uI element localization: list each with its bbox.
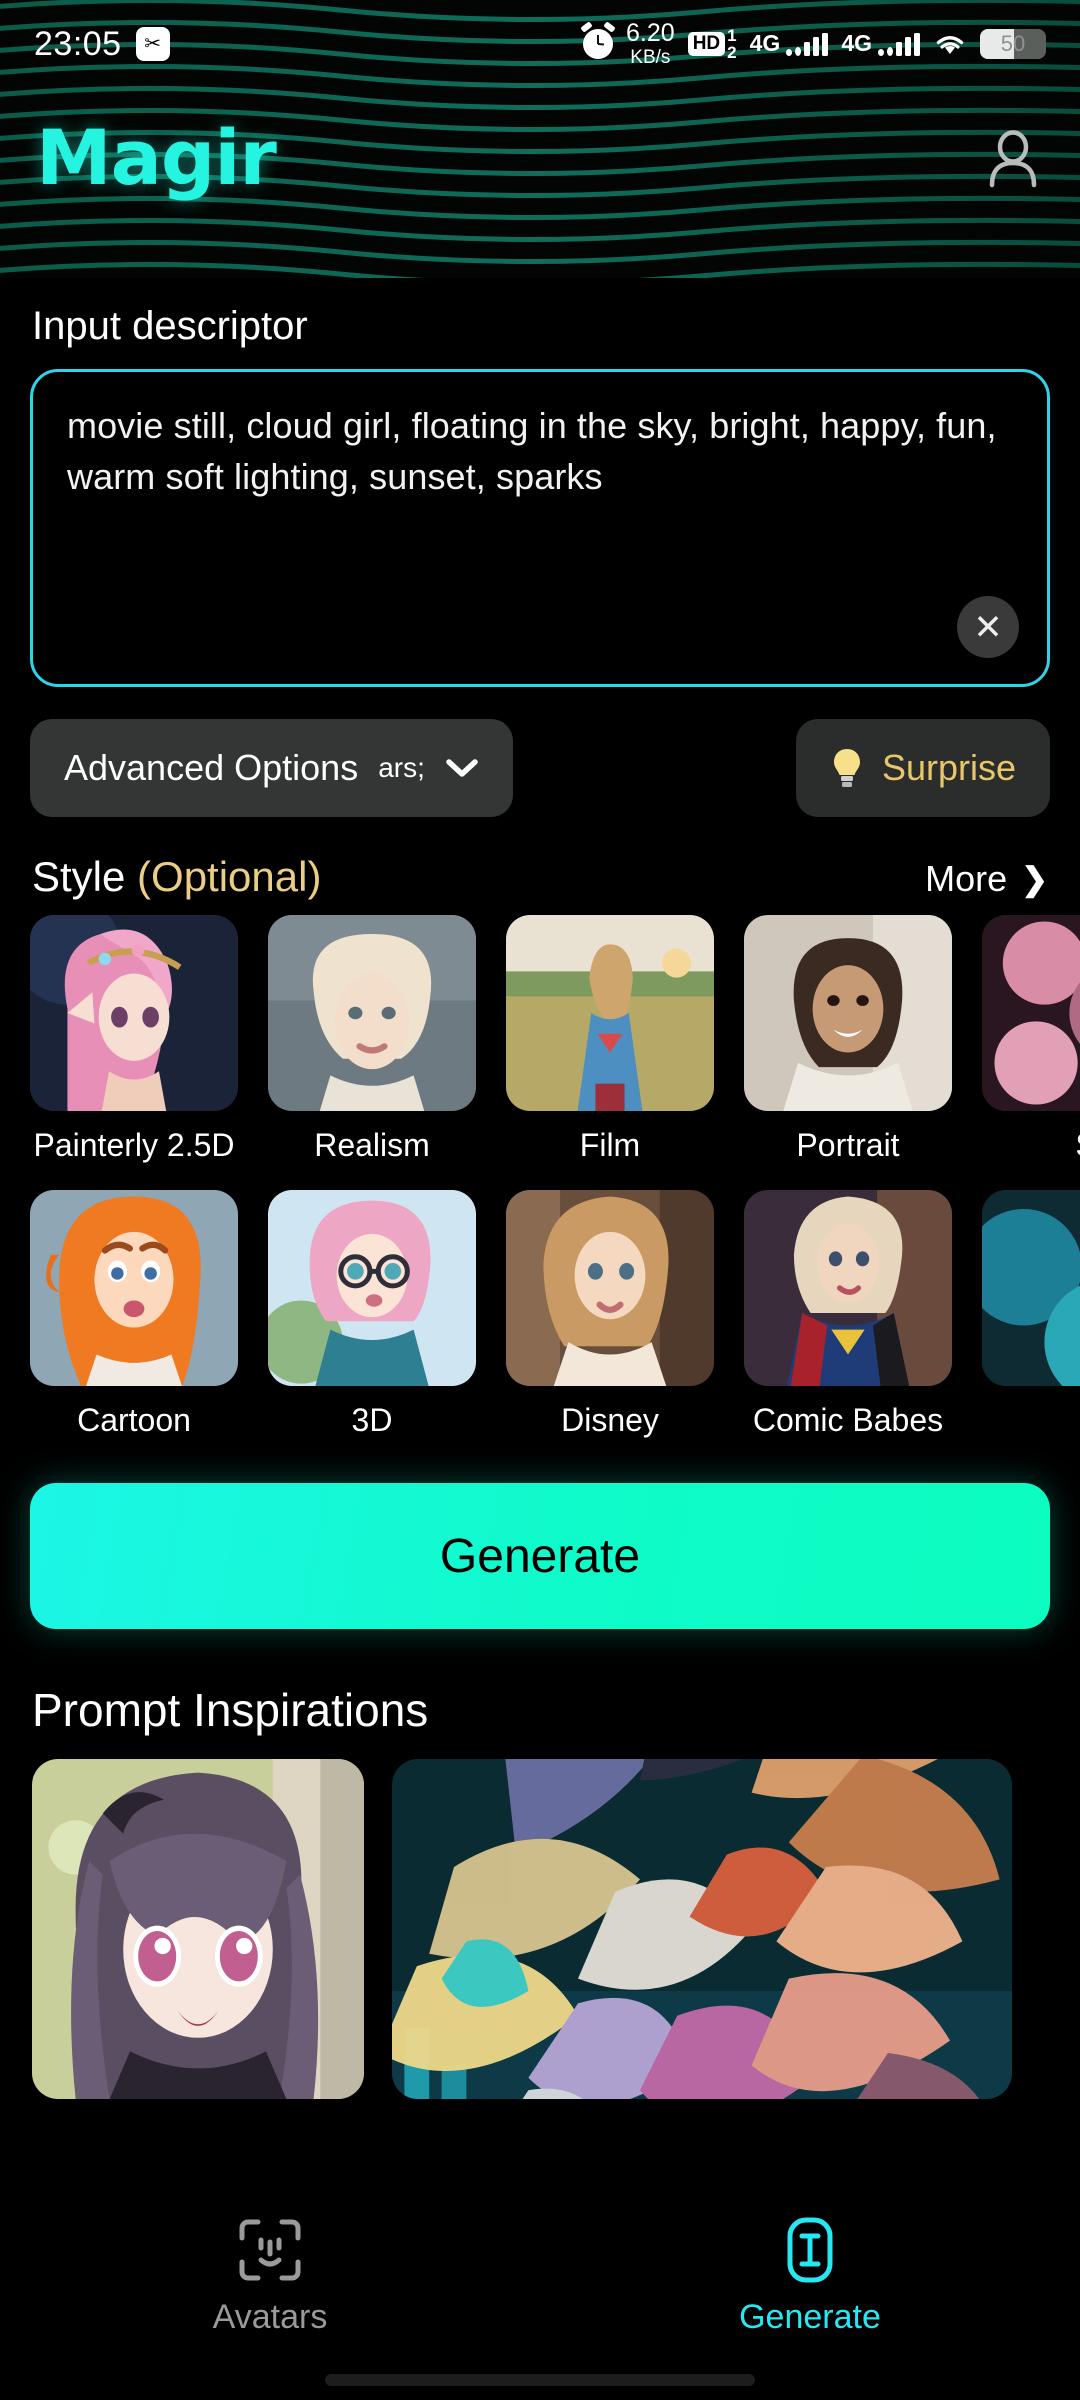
style-label: Realism <box>314 1127 430 1163</box>
app-screen: 23:05 ✂ 6.20 KB/s HD 1 2 4G 4G 50 Magir … <box>0 0 1080 2400</box>
style-label: Portrait <box>796 1127 900 1163</box>
style-row-2[interactable]: Cartoon 3D Disney Comic Babes <box>0 1190 1080 1439</box>
hd-sim-bottom: 2 <box>727 43 737 62</box>
lightbulb-icon <box>830 746 864 790</box>
style-label: 3D <box>351 1402 393 1438</box>
prompt-inspirations-title: Prompt Inspirations <box>32 1684 429 1736</box>
style-thumb-image <box>268 1190 476 1386</box>
app-header: Magir <box>0 88 1080 228</box>
alarm-clock-icon <box>583 29 614 59</box>
options-row: Advanced Options ars; Surprise <box>30 719 1050 817</box>
nav-item-generate[interactable]: Generate <box>540 2214 1080 2337</box>
sim1-network-label: 4G <box>749 30 781 56</box>
prompt-input-box[interactable]: movie still, cloud girl, floating in the… <box>30 369 1050 687</box>
style-title: Style (Optional) <box>32 853 321 901</box>
status-bar-right: 6.20 KB/s HD 1 2 4G 4G 50 <box>583 21 1046 67</box>
style-thumb-image <box>744 915 952 1111</box>
chevron-right-icon: ❯ <box>1021 861 1048 897</box>
wifi-icon <box>933 31 967 57</box>
hd-badge-label: HD <box>687 32 726 56</box>
main-content: Input descriptor movie still, cloud girl… <box>0 278 1080 2099</box>
chevron-down-glyph <box>446 759 478 777</box>
network-speed-value: 6.20 <box>626 19 675 47</box>
status-clock: 23:05 <box>34 24 122 63</box>
style-thumb-image <box>30 1190 238 1386</box>
style-label: Film <box>579 1127 641 1163</box>
nav-label: Avatars <box>212 2298 328 2336</box>
style-card[interactable]: Realism <box>268 915 476 1164</box>
style-thumb-image <box>982 1190 1080 1386</box>
surprise-label: Surprise <box>881 747 1016 788</box>
sim1-signal-bars <box>786 33 829 56</box>
style-thumb-image <box>30 915 238 1111</box>
bottom-navigation: Avatars Generate <box>0 2190 1080 2400</box>
sim2-signal-icon: 4G <box>841 32 920 56</box>
hd-sim-numbers: 1 2 <box>727 25 737 62</box>
network-speed: 6.20 KB/s <box>626 19 675 68</box>
close-icon[interactable]: ✕ <box>957 596 1019 658</box>
advanced-options-button[interactable]: Advanced Options ars; <box>30 719 513 817</box>
hd-sim-top: 1 <box>727 25 737 45</box>
style-card[interactable] <box>982 1190 1080 1439</box>
style-card[interactable]: S <box>982 915 1080 1164</box>
style-thumb-image <box>506 1190 714 1386</box>
face-scan-icon <box>234 2214 306 2286</box>
network-speed-unit: KB/s <box>630 47 671 68</box>
prompt-inspirations-row[interactable] <box>0 1759 1080 2099</box>
battery-indicator: 50 <box>980 29 1046 59</box>
advanced-options-label: Advanced Options <box>64 747 359 788</box>
prompt-input-text[interactable]: movie still, cloud girl, floating in the… <box>67 400 1013 502</box>
style-more-button[interactable]: More ❯ <box>925 858 1048 900</box>
style-more-label: More <box>925 858 1008 899</box>
sim2-signal-bars <box>878 33 920 56</box>
style-card[interactable]: Portrait <box>744 915 952 1164</box>
style-card[interactable]: 3D <box>268 1190 476 1439</box>
style-card[interactable]: Painterly 2.5D <box>30 915 238 1164</box>
style-label: Cartoon <box>77 1402 191 1438</box>
style-row-1[interactable]: Painterly 2.5D Realism Film Portrait <box>0 915 1080 1164</box>
sim2-network-label: 4G <box>841 30 872 56</box>
nav-item-avatars[interactable]: Avatars <box>0 2214 540 2337</box>
chevron-down-icon: ars; <box>378 752 425 783</box>
app-logo[interactable]: Magir <box>36 120 277 196</box>
home-indicator <box>325 2374 755 2386</box>
generate-button[interactable]: Generate <box>30 1483 1050 1629</box>
style-label: S <box>982 1127 1080 1164</box>
style-section-header: Style (Optional) More ❯ <box>32 853 1048 901</box>
style-card[interactable]: Disney <box>506 1190 714 1439</box>
nav-label: Generate <box>739 2298 881 2336</box>
status-bar: 23:05 ✂ 6.20 KB/s HD 1 2 4G 4G 50 <box>0 0 1080 88</box>
person-icon[interactable] <box>982 127 1044 189</box>
scissors-icon: ✂ <box>135 27 170 61</box>
status-bar-left: 23:05 ✂ <box>34 25 170 64</box>
abstract-paint-thumbnail <box>392 1759 1012 2099</box>
style-title-main: Style <box>32 853 126 900</box>
text-cursor-icon <box>774 2214 846 2286</box>
style-thumb-image <box>268 915 476 1111</box>
style-thumb-image <box>982 915 1080 1111</box>
anime-girl-thumbnail <box>32 1759 364 2099</box>
style-card[interactable]: Comic Babes <box>744 1190 952 1439</box>
inspiration-card[interactable] <box>392 1759 1012 2099</box>
style-title-optional: (Optional) <box>137 853 322 900</box>
style-label: Disney <box>561 1402 659 1438</box>
surprise-button[interactable]: Surprise <box>795 719 1050 817</box>
style-label: Painterly 2.5D <box>33 1127 235 1163</box>
style-label: Comic Babes <box>752 1402 944 1438</box>
style-thumb-image <box>744 1190 952 1386</box>
hd-voice-icon: HD 1 2 <box>687 25 737 62</box>
style-card[interactable]: Cartoon <box>30 1190 238 1439</box>
input-descriptor-label: Input descriptor <box>32 304 308 348</box>
inspiration-card[interactable] <box>32 1759 364 2099</box>
battery-level-label: 50 <box>1000 31 1026 56</box>
sim1-signal-icon: 4G <box>750 32 829 56</box>
style-card[interactable]: Film <box>506 915 714 1164</box>
style-thumb-image <box>506 915 714 1111</box>
